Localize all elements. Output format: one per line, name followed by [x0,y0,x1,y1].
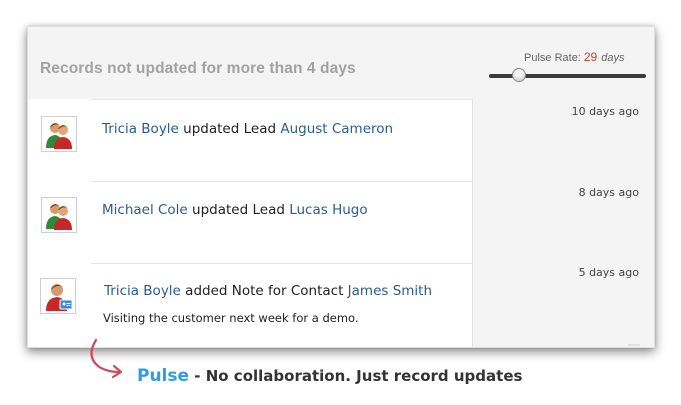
activity-line: Tricia Boyle added Note for Contact Jame… [104,283,432,299]
pulse-rate-unit: days [601,52,625,64]
timestamp: 8 days ago [578,186,639,199]
pulse-rate-label: Pulse Rate: [524,52,581,64]
column-divider [472,99,473,347]
record-link[interactable]: James Smith [348,283,432,299]
divider [91,263,473,264]
user-link[interactable]: Tricia Boyle [104,283,181,299]
pulse-rate-value: 29 [583,50,598,64]
activity-action: added Note for Contact [185,283,344,299]
timestamp: 5 days ago [578,266,639,279]
record-link[interactable]: August Cameron [280,121,393,137]
activity-line: Michael Cole updated Lead Lucas Hugo [102,202,368,218]
activity-action: updated Lead [183,121,277,137]
activity-line: Tricia Boyle updated Lead August Cameron [102,121,393,137]
record-link[interactable]: Lucas Hugo [289,202,367,218]
slider-handle[interactable] [512,68,526,82]
pulse-panel: Records not updated for more than 4 days… [27,26,655,348]
user-link[interactable]: Michael Cole [102,202,188,218]
user-link[interactable]: Tricia Boyle [102,121,179,137]
user-avatar[interactable] [41,197,77,233]
divider [91,181,473,182]
note-text: Visiting the customer next week for a de… [103,311,359,325]
scroll-indicator[interactable] [628,344,640,346]
user-avatar[interactable] [40,278,76,314]
caption: Pulse - No collaboration. Just record up… [137,366,522,386]
contact-card-icon [46,284,73,311]
timestamp-column [473,99,654,347]
user-avatar[interactable] [41,116,77,152]
group-users-icon [46,204,72,230]
panel-header: Records not updated for more than 4 days… [28,27,654,99]
page-title: Records not updated for more than 4 days [40,60,356,77]
curved-arrow-icon [90,338,123,379]
group-users-icon [46,123,72,149]
caption-brand: Pulse [137,366,190,386]
divider [91,99,473,100]
caption-description: - No collaboration. Just record updates [189,367,523,385]
activity-action: updated Lead [192,202,285,218]
timestamp: 10 days ago [571,105,639,118]
pulse-rate-readout: Pulse Rate: 29 days [524,50,624,64]
